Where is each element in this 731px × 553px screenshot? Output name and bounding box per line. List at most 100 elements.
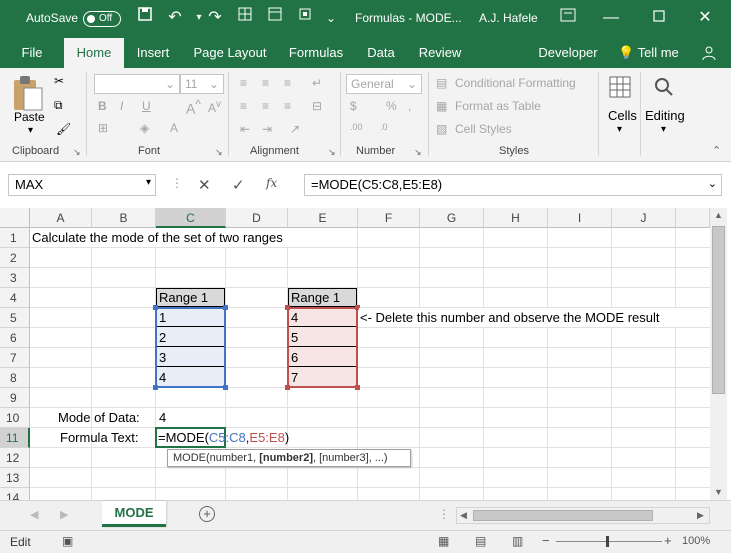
decrease-font-icon[interactable]: Av [208, 99, 221, 115]
autosave-toggle[interactable]: Off [83, 11, 121, 27]
zoom-slider[interactable] [556, 541, 662, 542]
save-icon[interactable] [132, 6, 158, 30]
column-header[interactable]: H [484, 208, 548, 228]
zoom-in-icon[interactable]: + [664, 533, 672, 548]
align-top-icon[interactable]: ≡ [240, 76, 247, 90]
page-layout-view-icon[interactable]: ▤ [475, 534, 486, 548]
conditional-formatting-icon[interactable]: ▤ [436, 76, 447, 90]
tab-insert[interactable]: Insert [130, 38, 176, 68]
tab-page-layout[interactable]: Page Layout [190, 38, 270, 68]
user-name[interactable]: A.J. Hafele [479, 11, 538, 25]
number-format-combo[interactable]: General ⌄ [346, 74, 422, 94]
decrease-decimal-icon[interactable]: .0 [380, 122, 388, 132]
column-header[interactable] [676, 208, 710, 228]
editing-button[interactable]: Editing [645, 108, 685, 123]
name-box[interactable]: MAX ▾ [8, 174, 156, 196]
normal-view-icon[interactable]: ▦ [438, 534, 449, 548]
column-header[interactable]: A [30, 208, 92, 228]
bold-button[interactable]: B [98, 99, 107, 113]
decrease-indent-icon[interactable]: ⇤ [240, 122, 250, 136]
orientation-icon[interactable]: ↗ [290, 122, 300, 136]
number-launcher-icon[interactable]: ↘ [414, 147, 422, 158]
scroll-right-icon[interactable]: ▶ [697, 510, 704, 521]
row-header[interactable]: 10 [0, 408, 30, 428]
tab-file[interactable]: File [10, 38, 54, 68]
tab-home[interactable]: Home [64, 38, 124, 68]
tab-review[interactable]: Review [414, 38, 466, 68]
share-user-icon[interactable] [696, 38, 722, 68]
row-header[interactable]: 6 [0, 328, 30, 348]
row-header[interactable]: 8 [0, 368, 30, 388]
row-header[interactable]: 7 [0, 348, 30, 368]
select-all-corner[interactable] [0, 208, 30, 228]
row-header[interactable]: 4 [0, 288, 30, 308]
cells-button[interactable]: Cells [608, 108, 637, 123]
underline-button[interactable]: U [142, 99, 151, 113]
toggle-icon[interactable] [292, 6, 318, 30]
align-middle-icon[interactable]: ≡ [262, 76, 269, 90]
increase-font-icon[interactable]: A^ [186, 98, 201, 117]
column-header[interactable]: B [92, 208, 156, 228]
format-as-table-button[interactable]: Format as Table [455, 99, 541, 113]
cell-b10[interactable]: Mode of Data: [58, 408, 140, 428]
next-sheet-icon[interactable]: ▶ [60, 508, 68, 521]
font-launcher-icon[interactable]: ↘ [215, 147, 223, 158]
paste-dropdown-icon[interactable]: ▾ [28, 125, 33, 136]
tab-data[interactable]: Data [362, 38, 400, 68]
prev-sheet-icon[interactable]: ◀ [30, 508, 38, 521]
alignment-launcher-icon[interactable]: ↘ [328, 147, 336, 158]
sort-icon[interactable] [232, 6, 258, 30]
align-center-icon[interactable]: ≡ [262, 99, 269, 113]
align-left-icon[interactable]: ≡ [240, 99, 247, 113]
minimize-icon[interactable]: — [598, 6, 624, 30]
cell-a1[interactable]: Calculate the mode of the set of two ran… [32, 228, 283, 248]
copy-icon[interactable]: ⧉ [54, 98, 63, 113]
merge-icon[interactable]: ⊟ [312, 99, 322, 113]
increase-indent-icon[interactable]: ⇥ [262, 122, 272, 136]
row-header[interactable]: 9 [0, 388, 30, 408]
close-icon[interactable]: ✕ [692, 6, 718, 30]
currency-icon[interactable]: $ [350, 99, 357, 113]
ribbon-display-icon[interactable] [555, 6, 581, 30]
tell-me[interactable]: 💡 Tell me [618, 38, 679, 68]
name-box-dropdown-icon[interactable]: ▾ [146, 177, 151, 188]
cell-styles-button[interactable]: Cell Styles [455, 122, 512, 136]
font-name-combo[interactable]: ⌄ [94, 74, 180, 94]
scroll-left-icon[interactable]: ◀ [460, 510, 467, 521]
row-header[interactable]: 11 [0, 428, 30, 448]
formula-input[interactable]: =MODE(C5:C8,E5:E8) ⌄ [304, 174, 722, 196]
page-break-view-icon[interactable]: ▥ [512, 534, 523, 548]
collapse-ribbon-icon[interactable]: ⌃ [712, 144, 721, 157]
format-as-table-icon[interactable]: ▦ [436, 99, 447, 113]
cut-icon[interactable]: ✂ [54, 74, 64, 88]
function-tooltip[interactable]: MODE(number1, [number2], [number3], ...) [167, 449, 411, 467]
row-header[interactable]: 5 [0, 308, 30, 328]
zoom-slider-thumb[interactable] [606, 536, 609, 547]
undo-icon[interactable]: ↶ [162, 6, 188, 30]
column-header[interactable]: J [612, 208, 676, 228]
percent-icon[interactable]: % [386, 99, 397, 113]
zoom-level[interactable]: 100% [682, 535, 710, 547]
tab-formulas[interactable]: Formulas [284, 38, 348, 68]
vertical-scrollbar[interactable]: ▲ ▼ [710, 208, 727, 500]
cells-icon[interactable] [607, 74, 633, 100]
worksheet-grid[interactable]: A B C D E F G H I J 1 2 3 4 5 6 7 8 9 10… [0, 208, 710, 508]
borders-icon[interactable]: ⊞ [98, 121, 108, 135]
sheet-tab-mode[interactable]: MODE [102, 501, 166, 527]
align-right-icon[interactable]: ≡ [284, 99, 291, 113]
hscroll-grip-icon[interactable]: ⋮ [438, 507, 450, 521]
column-header[interactable]: E [288, 208, 358, 228]
scroll-up-icon[interactable]: ▲ [714, 210, 723, 220]
filter-icon[interactable] [262, 6, 288, 30]
search-icon[interactable] [651, 74, 677, 100]
row-header[interactable]: 12 [0, 448, 30, 468]
cells-dropdown-icon[interactable]: ▾ [617, 124, 622, 135]
redo-icon[interactable]: ↷ [202, 6, 228, 30]
horizontal-scroll-thumb[interactable] [473, 510, 653, 521]
column-header[interactable]: C [156, 208, 226, 228]
align-bottom-icon[interactable]: ≡ [284, 76, 291, 90]
column-header[interactable]: I [548, 208, 612, 228]
row-header[interactable]: 1 [0, 228, 30, 248]
scroll-down-icon[interactable]: ▼ [714, 487, 723, 497]
column-header[interactable]: F [358, 208, 420, 228]
